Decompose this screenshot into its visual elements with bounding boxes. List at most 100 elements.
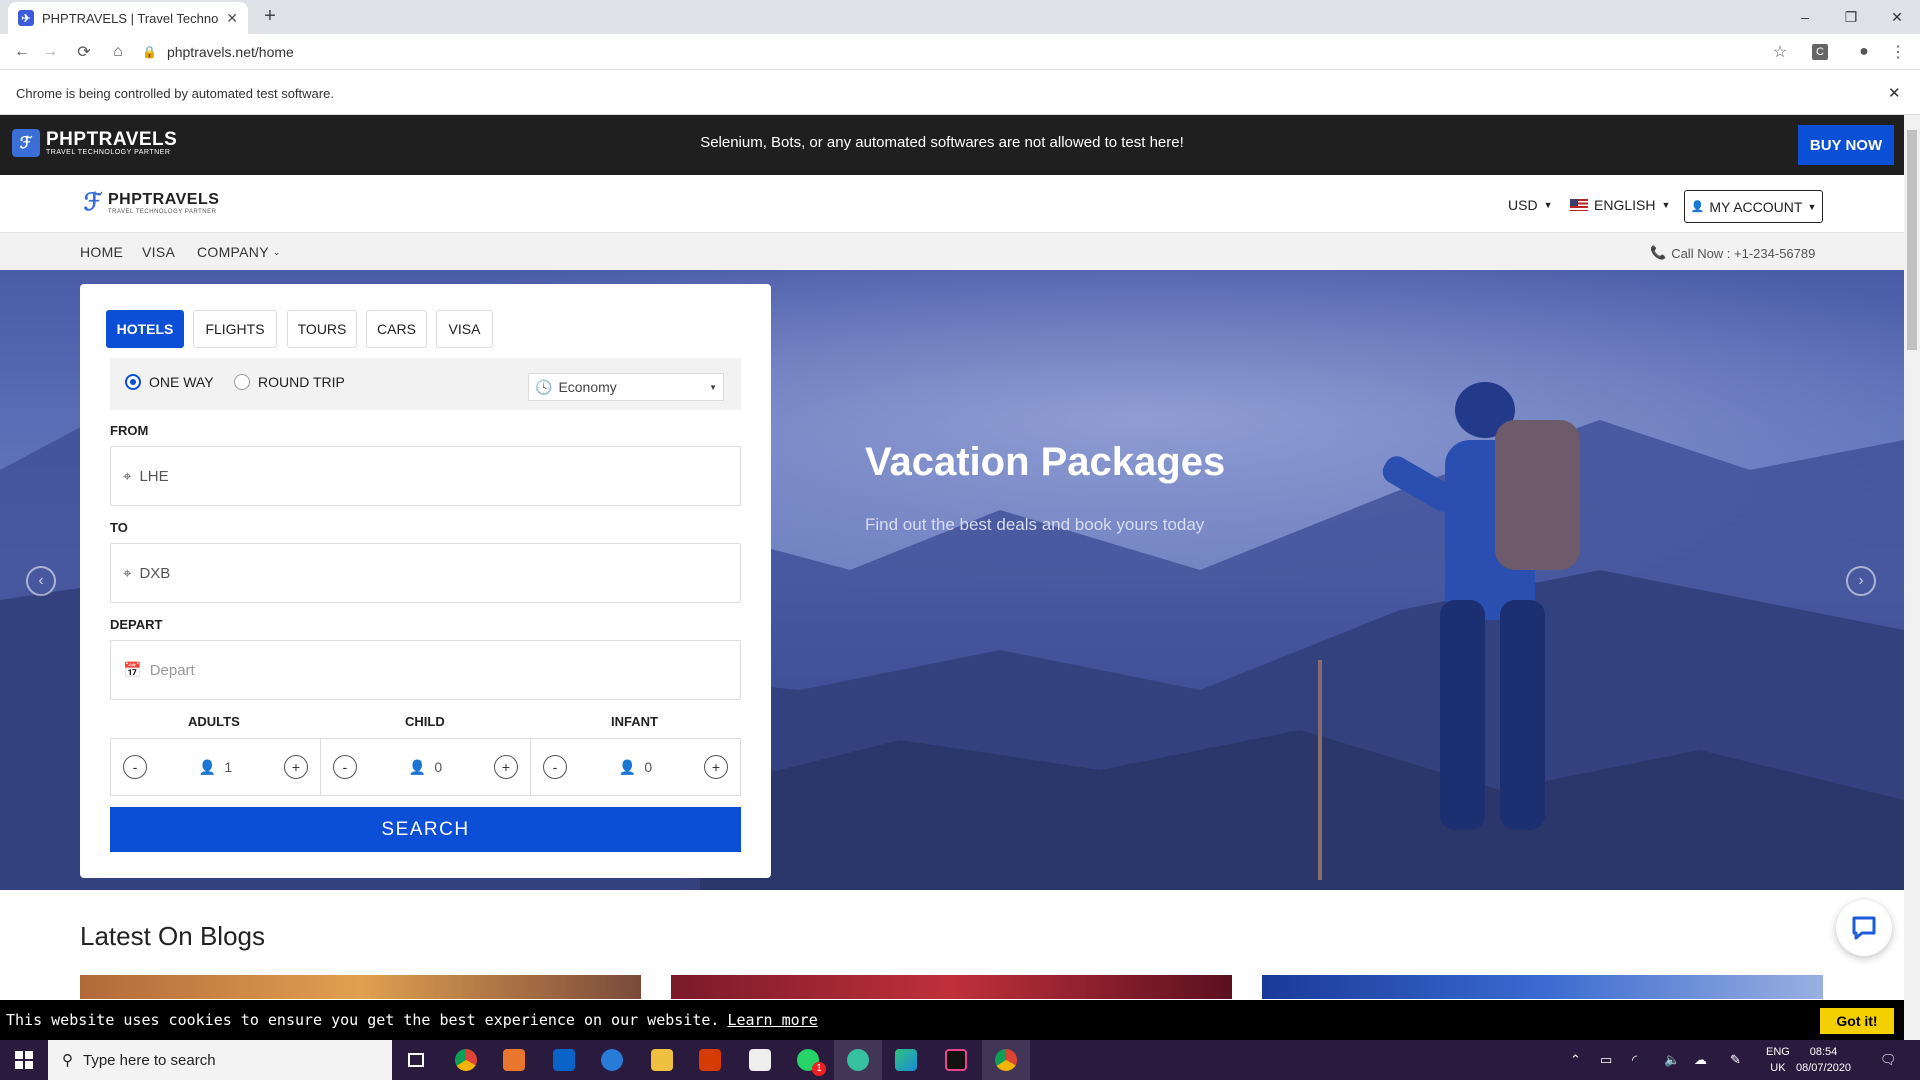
tab-flights[interactable]: FLIGHTS [193,310,277,348]
browser-tab-strip [0,0,1920,34]
tab-tours[interactable]: TOURS [287,310,357,348]
cookie-learn-more-link[interactable]: Learn more [727,1011,817,1029]
pen-icon[interactable]: ✎ [1730,1052,1741,1068]
bookmark-star-icon[interactable]: ☆ [1768,40,1792,64]
bot-warning-text: Selenium, Bots, or any automated softwar… [700,134,1184,151]
start-button[interactable] [0,1040,48,1080]
child-value[interactable]: 0 [434,759,442,775]
forward-button[interactable]: → [38,40,62,64]
header-logo[interactable]: ℱ PHPTRAVELS TRAVEL TECHNOLOGY PARTNER [82,188,219,216]
search-button[interactable]: SEARCH [110,807,741,852]
infant-plus-button[interactable]: + [703,755,728,779]
extension-icon[interactable]: C [1808,40,1832,64]
chat-widget-button[interactable] [1836,900,1892,956]
intellij-icon[interactable] [932,1040,980,1080]
tab-cars[interactable]: CARS [366,310,427,348]
new-tab-button[interactable]: + [258,4,282,28]
wifi-icon[interactable]: ◜ [1632,1052,1637,1068]
network-app-icon[interactable] [834,1040,882,1080]
volume-icon[interactable]: 🔈 [1664,1052,1680,1068]
reload-button[interactable]: ⟳ [72,40,96,64]
currency-dropdown[interactable]: USD ▼ [1508,197,1552,213]
notifications-icon[interactable]: 🗨 [1880,1052,1897,1068]
tab-visa[interactable]: VISA [436,310,493,348]
adults-value[interactable]: 1 [224,759,232,775]
adults-plus-button[interactable]: + [283,755,308,779]
buy-now-button[interactable]: BUY NOW [1798,125,1894,165]
blog-card-image[interactable] [671,975,1232,999]
to-input[interactable]: ⌖ DXB [110,543,741,603]
from-value: LHE [139,467,169,485]
infant-minus-button[interactable]: - [543,755,567,779]
tab-hotels[interactable]: HOTELS [106,310,184,348]
clock-icon: 🕓 [535,378,553,395]
child-plus-button[interactable]: + [493,755,518,779]
address-bar[interactable]: 🔒 phptravels.net/home [142,40,1802,64]
back-button[interactable]: ← [10,40,34,64]
nav-company[interactable]: COMPANY ⌄ [197,244,281,260]
app-icon[interactable] [490,1040,538,1080]
kotlin-app-icon[interactable] [882,1040,930,1080]
slider-next-arrow-icon[interactable]: › [1846,566,1876,596]
task-view-icon[interactable] [392,1040,440,1080]
browser-menu-icon[interactable]: ⋮ [1886,40,1910,64]
taskbar-search-box[interactable]: ⚲ Type here to search [48,1040,392,1080]
outlook-icon[interactable] [540,1040,588,1080]
tray-chevron-icon[interactable]: ⌃ [1570,1052,1581,1068]
adults-stepper: - 👤 1 + [111,739,321,795]
brand-tagline: TRAVEL TECHNOLOGY PARTNER [108,208,217,215]
chrome-app-icon[interactable] [442,1040,490,1080]
home-button[interactable]: ⌂ [106,40,130,64]
calculator-icon[interactable] [736,1040,784,1080]
radio-round-trip[interactable]: ROUND TRIP [234,374,345,390]
cookie-got-it-button[interactable]: Got it! [1820,1008,1894,1034]
nav-home[interactable]: HOME [80,244,123,260]
windows-logo-icon [15,1051,33,1069]
tab-title: PHPTRAVELS | Travel Technology [42,10,219,26]
language-dropdown[interactable]: ENGLISH ▼ [1570,197,1670,213]
blog-card-image[interactable] [80,975,641,999]
calendar-icon: 📅 [123,662,142,679]
nav-company-label: COMPANY [197,244,269,260]
minimize-button[interactable]: – [1782,0,1828,34]
radio-unselected-icon [234,374,250,390]
scrollbar-thumb[interactable] [1907,130,1917,350]
taskbar-clock[interactable]: 08:54 08/07/2020 [1796,1044,1851,1076]
restore-button[interactable]: ❐ [1828,0,1874,34]
child-minus-button[interactable]: - [333,755,357,779]
close-window-button[interactable]: ✕ [1874,0,1920,34]
round-trip-label: ROUND TRIP [258,374,345,390]
blog-card-image[interactable] [1262,975,1823,999]
cabin-class-select[interactable]: 🕓 Economy ▼ [528,373,724,401]
brand-name: PHPTRAVELS [108,190,220,208]
radio-one-way[interactable]: ONE WAY [125,374,214,390]
adults-minus-button[interactable]: - [123,755,147,779]
language-indicator[interactable]: ENG UK [1766,1044,1790,1076]
my-account-button[interactable]: 👤 MY ACCOUNT ▼ [1684,190,1823,223]
profile-icon[interactable]: ● [1852,40,1876,64]
onedrive-icon[interactable]: ☁ [1694,1052,1707,1068]
from-input[interactable]: ⌖ LHE [110,446,741,506]
user-icon: 👤 [408,758,427,775]
file-explorer-icon[interactable] [638,1040,686,1080]
infobar-close-icon[interactable]: ✕ [1888,84,1901,102]
browser-tab[interactable]: ✈ PHPTRAVELS | Travel Technology ✕ [8,2,248,34]
logo-mark-icon: ℱ [83,188,103,216]
call-text: Call Now : +1-234-56789 [1671,245,1816,261]
nav-visa[interactable]: VISA [142,244,175,260]
chrome-active-icon[interactable] [982,1040,1030,1080]
whatsapp-icon[interactable]: 1 [784,1040,832,1080]
caret-down-icon: ▼ [1661,200,1671,210]
edge-icon[interactable] [588,1040,636,1080]
depart-input[interactable]: 📅 Depart [110,640,741,700]
office-icon[interactable] [686,1040,734,1080]
tab-close-icon[interactable]: ✕ [226,10,238,27]
site-favicon-icon: ✈ [18,10,34,26]
battery-icon[interactable]: ▭ [1600,1052,1612,1068]
slider-prev-arrow-icon[interactable]: ‹ [26,566,56,596]
lock-icon: 🔒 [142,45,157,59]
user-icon: 👤 [198,758,217,775]
region-code: UK [1770,1062,1786,1074]
search-icon: ⚲ [62,1052,73,1069]
infant-value[interactable]: 0 [644,759,652,775]
